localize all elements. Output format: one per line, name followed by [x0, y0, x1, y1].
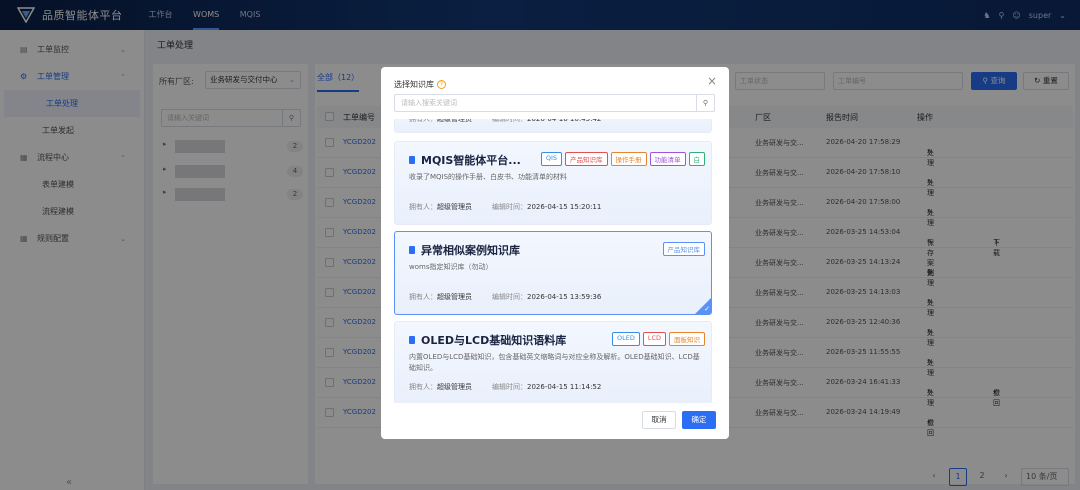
owner-label: 拥有人：	[409, 293, 437, 301]
kb-tag: 产品知识库	[662, 242, 705, 256]
time-value: 2026-04-15 13:59:36	[527, 293, 602, 301]
kb-tag: 功能清单	[649, 152, 686, 166]
time-label: 编辑时间：	[492, 293, 527, 301]
time-value: 2026-04-15 11:14:52	[527, 383, 602, 391]
knowledge-base-modal: 选择知识库? × 请输入搜索关键词 ⚲ 拥有人：超级管理员 编辑时间：2026-04…	[381, 67, 729, 439]
kb-card-tags: 产品知识库	[662, 242, 705, 256]
kb-card-title-text: OLED与LCD基础知识语料库	[421, 334, 567, 347]
kb-card[interactable]: OLED与LCD基础知识语料库 OLED LCD 面板知识内置OLED与LCD基础知识…	[394, 321, 712, 403]
cancel-button[interactable]: 取消	[642, 411, 676, 429]
owner-value: 超级管理员	[437, 203, 472, 211]
time-value: 2026-04-16 10:45:42	[527, 119, 602, 123]
owner-label: 拥有人：	[409, 203, 437, 211]
kb-card-title: MQIS智能体平台...	[409, 152, 521, 168]
kb-card-desc: 内置OLED与LCD基础知识，包含基础英文缩略词与对应全称及解析。OLED基础知…	[409, 353, 700, 372]
kb-tag: OLED	[611, 332, 640, 346]
confirm-button[interactable]: 确定	[682, 411, 716, 429]
kb-tag: LCD	[642, 332, 666, 346]
kb-card-title: OLED与LCD基础知识语料库	[409, 332, 566, 348]
kb-search-input[interactable]: 请输入搜索关键词 ⚲	[394, 94, 715, 112]
owner-value: 超级管理员	[437, 383, 472, 391]
time-label: 编辑时间：	[492, 383, 527, 391]
kb-card[interactable]: MQIS智能体平台... QIS 产品知识库 操作手册 功能清单白收录了MQIS的操作手…	[394, 141, 712, 225]
owner-value: 超级管理员	[437, 293, 472, 301]
kb-card-meta: 拥有人：超级管理员 编辑时间：2026-04-15 15:20:11	[409, 202, 601, 212]
help-icon[interactable]: ?	[437, 80, 446, 89]
book-icon	[409, 336, 415, 344]
check-icon: ✓	[704, 305, 710, 313]
kb-card-meta: 拥有人：超级管理员 编辑时间：2026-04-16 10:45:42	[409, 119, 601, 124]
kb-card-list: 拥有人：超级管理员 编辑时间：2026-04-16 10:45:42 MQIS智能体…	[394, 119, 715, 403]
kb-card-title-text: 异常相似案例知识库	[421, 244, 520, 257]
kb-card-title: 异常相似案例知识库	[409, 242, 520, 258]
time-value: 2026-04-15 15:20:11	[527, 203, 602, 211]
kb-tag: 白	[688, 152, 705, 166]
kb-card-desc: 收录了MQIS的操作手册、白皮书、功能清单的材料	[409, 173, 568, 181]
book-icon	[409, 156, 415, 164]
kb-tag: 面板知识	[669, 332, 705, 346]
kb-tag: QIS	[540, 152, 562, 166]
search-icon[interactable]: ⚲	[696, 95, 714, 111]
kb-card-desc: woms指定知识库（勿动）	[409, 263, 493, 271]
kb-card[interactable]: 异常相似案例知识库 产品知识库 woms指定知识库（勿动） 拥有人：超级管理员 编辑时间…	[394, 231, 712, 315]
kb-card-title-text: MQIS智能体平台...	[421, 154, 521, 167]
kb-tag: 产品知识库	[565, 152, 608, 166]
modal-title-text: 选择知识库	[394, 80, 434, 89]
time-label: 编辑时间：	[492, 203, 527, 211]
kb-card-tags: QIS 产品知识库 操作手册 功能清单白	[540, 152, 705, 166]
kb-card-meta: 拥有人：超级管理员 编辑时间：2026-04-15 13:59:36	[409, 292, 601, 302]
owner-label: 拥有人：	[409, 119, 437, 123]
book-icon	[409, 246, 415, 254]
kb-card[interactable]: 拥有人：超级管理员 编辑时间：2026-04-16 10:45:42	[394, 119, 712, 133]
close-icon[interactable]: ×	[707, 74, 717, 88]
kb-card-tags: OLED LCD 面板知识	[611, 332, 705, 346]
kb-card-meta: 拥有人：超级管理员 编辑时间：2026-04-15 11:14:52	[409, 382, 601, 392]
owner-label: 拥有人：	[409, 383, 437, 391]
time-label: 编辑时间：	[492, 119, 527, 123]
kb-tag: 操作手册	[610, 152, 647, 166]
kb-search-placeholder: 请输入搜索关键词	[401, 99, 457, 107]
modal-title: 选择知识库?	[394, 79, 446, 90]
owner-value: 超级管理员	[437, 119, 472, 123]
